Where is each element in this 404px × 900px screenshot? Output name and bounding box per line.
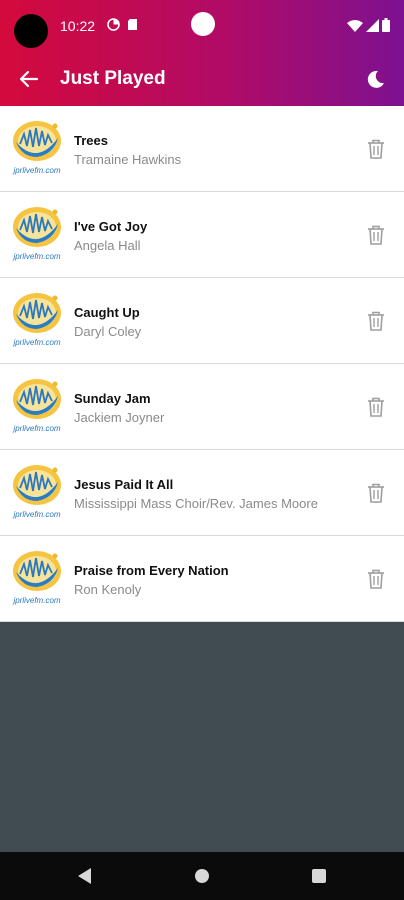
just-played-list: Trees Tramaine Hawkins I've Got Joy Ange… [0, 106, 404, 622]
battery-icon [382, 18, 390, 32]
moon-icon [367, 70, 384, 88]
station-logo [8, 202, 66, 264]
song-artist: Jackiem Joyner [74, 410, 165, 425]
app-header: 10:22 Just Played [0, 0, 404, 106]
song-title: Sunday Jam [74, 391, 151, 406]
station-logo [8, 116, 66, 178]
nav-back-icon[interactable] [78, 868, 92, 884]
arrow-left-icon [19, 70, 39, 88]
nav-home-icon[interactable] [195, 869, 209, 883]
song-artist: Angela Hall [74, 238, 141, 253]
trash-icon[interactable] [366, 224, 386, 246]
song-title: Jesus Paid It All [74, 477, 174, 492]
trash-icon[interactable] [366, 482, 386, 504]
trash-icon[interactable] [366, 138, 386, 160]
notification-dot [191, 12, 215, 36]
camera-cutout [14, 14, 48, 48]
signal-icon [366, 18, 379, 32]
station-logo [8, 460, 66, 522]
song-title: Trees [74, 133, 108, 148]
nav-recents-icon[interactable] [312, 869, 326, 883]
list-item[interactable]: Sunday Jam Jackiem Joyner [0, 364, 404, 450]
list-item[interactable]: Jesus Paid It All Mississippi Mass Choir… [0, 450, 404, 536]
sd-card-icon [128, 19, 137, 30]
list-item[interactable]: I've Got Joy Angela Hall [0, 192, 404, 278]
theme-toggle-button[interactable] [360, 64, 390, 94]
page-title: Just Played [60, 68, 166, 89]
wifi-icon [347, 19, 363, 32]
song-artist: Daryl Coley [74, 324, 142, 339]
list-item[interactable]: Caught Up Daryl Coley [0, 278, 404, 364]
trash-icon[interactable] [366, 310, 386, 332]
station-logo [8, 374, 66, 436]
data-saver-icon [107, 18, 120, 31]
back-button[interactable] [16, 66, 42, 92]
song-artist: Ron Kenoly [74, 582, 142, 597]
list-item[interactable]: Trees Tramaine Hawkins [0, 106, 404, 192]
system-nav-bar [0, 852, 404, 900]
station-logo [8, 288, 66, 350]
list-item[interactable]: Praise from Every Nation Ron Kenoly [0, 536, 404, 622]
trash-icon[interactable] [366, 396, 386, 418]
song-title: Praise from Every Nation [74, 563, 229, 578]
song-title: I've Got Joy [74, 219, 148, 234]
song-title: Caught Up [74, 305, 140, 320]
song-artist: Mississippi Mass Choir/Rev. James Moore [74, 496, 318, 511]
station-logo [8, 546, 66, 608]
trash-icon[interactable] [366, 568, 386, 590]
song-artist: Tramaine Hawkins [74, 152, 182, 167]
status-time: 10:22 [60, 18, 96, 34]
system-icons [347, 17, 390, 33]
